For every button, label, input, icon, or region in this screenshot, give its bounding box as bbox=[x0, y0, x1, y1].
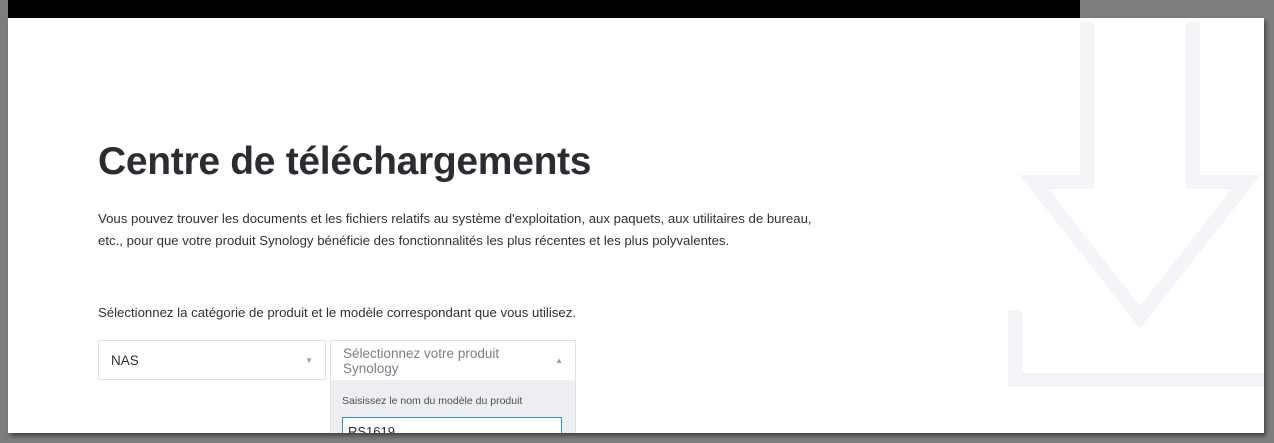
model-search-label: Saisissez le nom du modèle du produit bbox=[342, 395, 523, 407]
page-description: Vous pouvez trouver les documents et les… bbox=[98, 208, 812, 252]
product-select[interactable]: Sélectionnez votre produit Synology ▲ bbox=[330, 340, 576, 380]
download-arrow-icon bbox=[1008, 22, 1264, 387]
page-title: Centre de téléchargements bbox=[98, 140, 592, 183]
chevron-up-icon: ▲ bbox=[555, 356, 563, 365]
model-search-input[interactable] bbox=[342, 417, 562, 433]
description-line-2: etc., pour que votre produit Synology bé… bbox=[98, 233, 730, 248]
top-black-bar bbox=[8, 0, 1080, 18]
category-select[interactable]: NAS ▼ bbox=[98, 340, 326, 380]
download-center-page: Centre de téléchargements Vous pouvez tr… bbox=[8, 18, 1264, 433]
product-select-placeholder: Sélectionnez votre produit Synology bbox=[343, 345, 500, 376]
chevron-down-icon: ▼ bbox=[305, 355, 313, 365]
product-dropdown-panel: Saisissez le nom du modèle du produit bbox=[330, 380, 576, 433]
category-select-value: NAS bbox=[111, 352, 139, 368]
selection-instruction: Sélectionnez la catégorie de produit et … bbox=[98, 305, 576, 320]
description-line-1: Vous pouvez trouver les documents et les… bbox=[98, 211, 812, 226]
